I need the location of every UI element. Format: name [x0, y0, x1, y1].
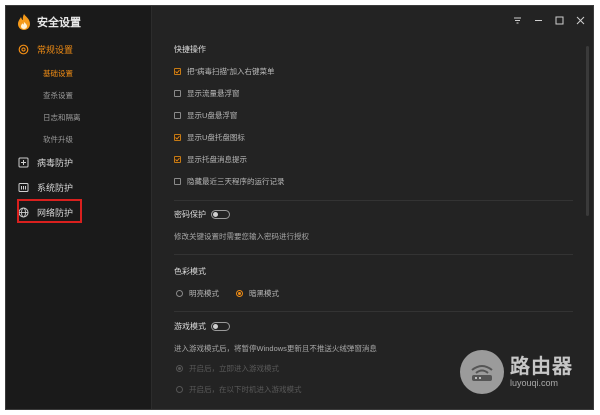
game-mode-row: 游戏模式: [174, 321, 230, 332]
checkbox-checked[interactable]: [174, 68, 181, 75]
quick-ops-title: 快捷操作: [174, 45, 206, 54]
divider: [174, 254, 573, 255]
checkbox-unchecked[interactable]: [174, 90, 181, 97]
watermark: 路由器 luyouqi.com: [460, 350, 573, 394]
maximize-icon[interactable]: [553, 14, 565, 26]
game-mode-desc: 进入游戏模式后，将暂停Windows更新且不推送火绒弹窗消息: [174, 344, 377, 353]
option-traffic-float-window[interactable]: 显示流量悬浮窗: [174, 88, 240, 99]
minimize-icon[interactable]: [532, 14, 544, 26]
radio-label: 开启后，立即进入游戏模式: [189, 364, 279, 373]
nav-virus-protection[interactable]: 病毒防护: [18, 156, 73, 169]
game-mode-title: 游戏模式: [174, 322, 206, 331]
router-logo-icon: [460, 350, 504, 394]
nav-general-settings[interactable]: 常规设置: [18, 43, 73, 56]
password-protection-desc: 修改关键设置时需要您输入密码进行授权: [174, 232, 309, 241]
color-mode-title: 色彩模式: [174, 267, 206, 276]
checkbox-unchecked[interactable]: [174, 112, 181, 119]
checkbox-checked[interactable]: [174, 156, 181, 163]
game-mode-toggle[interactable]: [211, 322, 230, 331]
radio-selected-disabled[interactable]: [176, 365, 183, 372]
option-label: 显示流量悬浮窗: [187, 89, 240, 98]
sub-item-scan-settings[interactable]: 查杀设置: [43, 90, 73, 101]
watermark-text: 路由器 luyouqi.com: [510, 356, 573, 388]
sub-item-logs-quarantine[interactable]: 日志和隔离: [43, 112, 81, 123]
close-icon[interactable]: [574, 14, 586, 26]
watermark-domain: luyouqi.com: [510, 378, 559, 388]
option-label: 把“病毒扫描”加入右键菜单: [187, 67, 275, 76]
option-label: 显示U盘悬浮窗: [187, 111, 238, 120]
sidebar: 安全设置 常规设置 基础设置 查杀设置 日志和隔离 软件升级 病毒防护 系统防护: [6, 6, 152, 409]
flame-logo-icon: [18, 14, 30, 30]
option-add-scan-context-menu[interactable]: 把“病毒扫描”加入右键菜单: [174, 66, 275, 77]
option-tray-notifications[interactable]: 显示托盘消息提示: [174, 154, 247, 165]
option-label: 隐藏最近三天程序的运行记录: [187, 177, 285, 186]
password-protection-toggle[interactable]: [211, 210, 230, 219]
sub-item-software-update[interactable]: 软件升级: [43, 134, 73, 145]
option-label: 显示U盘托盘图标: [187, 133, 245, 142]
checkbox-unchecked[interactable]: [174, 178, 181, 185]
option-usb-float-window[interactable]: 显示U盘悬浮窗: [174, 110, 237, 121]
system-shield-icon: [18, 182, 29, 193]
option-label: 显示托盘消息提示: [187, 155, 247, 164]
sub-item-basic-settings[interactable]: 基础设置: [43, 68, 73, 79]
radio-unselected[interactable]: [176, 290, 183, 297]
nav-system-protection[interactable]: 系统防护: [18, 181, 73, 194]
radio-unselected-disabled[interactable]: [176, 386, 183, 393]
app-title: 安全设置: [37, 17, 81, 29]
divider: [174, 200, 573, 201]
radio-label: 暗黑模式: [249, 289, 279, 298]
highlight-annotation-box: [17, 199, 82, 223]
plus-square-icon: [18, 157, 29, 168]
option-hide-recent-run-records[interactable]: 隐藏最近三天程序的运行记录: [174, 176, 285, 187]
app-title-bar: 安全设置: [17, 13, 81, 31]
menu-icon[interactable]: [511, 14, 523, 26]
radio-dark-mode[interactable]: 暗黑模式: [236, 288, 279, 299]
radio-light-mode[interactable]: 明亮模式: [176, 288, 219, 299]
password-protection-row: 密码保护: [174, 209, 230, 220]
radio-game-mode-immediate[interactable]: 开启后，立即进入游戏模式: [176, 363, 279, 374]
nav-system-protection-label: 系统防护: [37, 183, 74, 193]
radio-selected[interactable]: [236, 290, 243, 297]
option-usb-tray-icon[interactable]: 显示U盘托盘图标: [174, 132, 245, 143]
watermark-brand: 路由器: [510, 356, 573, 378]
nav-virus-protection-label: 病毒防护: [37, 158, 74, 168]
checkbox-checked[interactable]: [174, 134, 181, 141]
settings-icon: [18, 44, 29, 55]
divider: [174, 311, 573, 312]
radio-label: 明亮模式: [189, 289, 219, 298]
nav-general-settings-label: 常规设置: [37, 45, 74, 55]
radio-game-mode-scheduled[interactable]: 开启后，在以下时机进入游戏模式: [176, 384, 302, 395]
main-panel: 快捷操作 把“病毒扫描”加入右键菜单 显示流量悬浮窗 显示U盘悬浮窗 显示U盘托…: [152, 6, 593, 409]
password-protection-title: 密码保护: [174, 210, 206, 219]
scrollbar[interactable]: [586, 46, 589, 216]
radio-label: 开启后，在以下时机进入游戏模式: [189, 385, 302, 394]
